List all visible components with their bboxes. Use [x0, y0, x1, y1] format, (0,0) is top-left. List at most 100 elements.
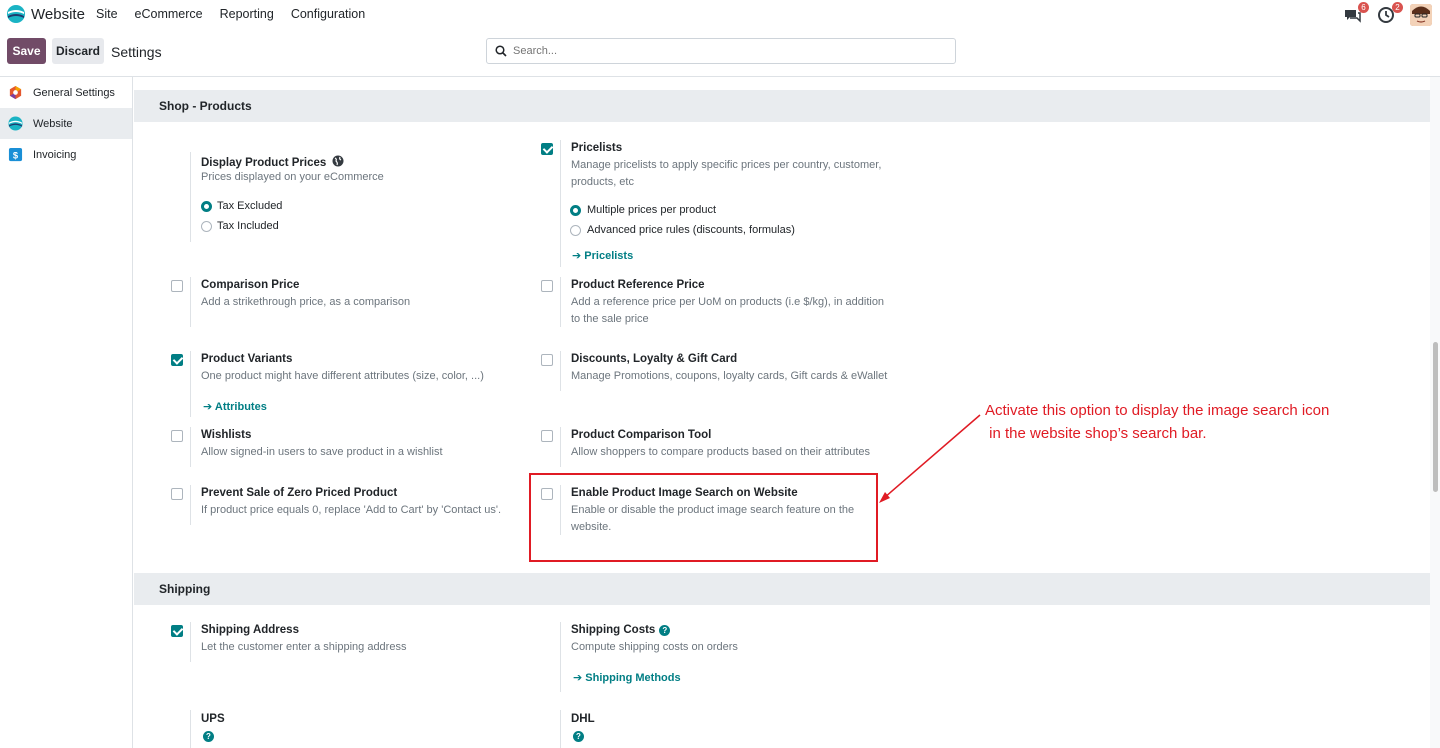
- setting-divider: [190, 427, 191, 467]
- annotation-line-2: in the website shop’s search bar.: [985, 425, 1207, 442]
- radio-label-multiple-prices: Multiple prices per product: [587, 204, 717, 216]
- main-menu: Site eCommerce Reporting Configuration: [96, 7, 382, 21]
- search-input[interactable]: [513, 45, 933, 57]
- ups-title: UPS: [201, 713, 225, 725]
- menu-configuration[interactable]: Configuration: [291, 7, 365, 21]
- discounts-desc: Manage Promotions, coupons, loyalty card…: [571, 370, 888, 382]
- help-icon[interactable]: ?: [659, 625, 671, 636]
- sidebar-item-website[interactable]: Website: [0, 108, 132, 139]
- messages-badge: 6: [1358, 2, 1369, 13]
- radio-tax-excluded[interactable]: [201, 201, 212, 212]
- pricelists-desc-1: Manage pricelists to apply specific pric…: [571, 159, 882, 171]
- setting-divider: [190, 485, 191, 525]
- radio-advanced-rules[interactable]: [570, 225, 581, 236]
- zero-price-title: Prevent Sale of Zero Priced Product: [201, 487, 398, 499]
- attributes-link[interactable]: ➔ Attributes: [203, 400, 267, 413]
- setting-divider: [190, 710, 191, 748]
- discounts-checkbox[interactable]: [541, 354, 553, 366]
- setting-divider: [560, 710, 561, 748]
- variants-checkbox[interactable]: [171, 354, 183, 366]
- activities-button[interactable]: 2: [1376, 2, 1403, 25]
- wishlists-checkbox[interactable]: [171, 430, 183, 442]
- search-icon: [495, 45, 507, 57]
- shipping-address-title: Shipping Address: [201, 624, 299, 636]
- radio-label-advanced-rules: Advanced price rules (discounts, formula…: [587, 224, 795, 236]
- wishlists-desc: Allow signed-in users to save product in…: [201, 446, 443, 458]
- wishlists-title: Wishlists: [201, 429, 252, 441]
- sidebar-item-label: Website: [33, 117, 73, 130]
- app-name[interactable]: Website: [31, 6, 85, 23]
- setting-divider: [190, 351, 191, 417]
- setting-divider: [560, 427, 561, 467]
- setting-divider: [190, 277, 191, 327]
- sidebar-item-invoicing[interactable]: $ Invoicing: [0, 139, 132, 170]
- sidebar-item-general-settings[interactable]: General Settings: [0, 77, 132, 108]
- messages-button[interactable]: 6: [1342, 2, 1369, 25]
- arrow-right-icon: ➔: [572, 250, 585, 262]
- dhl-title: DHL: [571, 713, 595, 725]
- shipping-address-desc: Let the customer enter a shipping addres…: [201, 641, 407, 653]
- shipping-costs-desc: Compute shipping costs on orders: [571, 641, 738, 653]
- website-app-icon[interactable]: [6, 4, 26, 24]
- menu-reporting[interactable]: Reporting: [220, 7, 274, 21]
- radio-label-tax-included: Tax Included: [217, 220, 279, 232]
- activities-badge: 2: [1392, 2, 1403, 13]
- general-settings-icon: [9, 85, 22, 100]
- page-title: Settings: [111, 44, 162, 60]
- pricelists-checkbox[interactable]: [541, 143, 553, 155]
- discounts-title: Discounts, Loyalty & Gift Card: [571, 353, 738, 365]
- setting-divider: [190, 622, 191, 662]
- setting-divider: [560, 277, 561, 327]
- section-header-shop-products: Shop - Products: [134, 90, 1430, 122]
- menu-ecommerce[interactable]: eCommerce: [135, 7, 203, 21]
- section-header-shipping: Shipping: [134, 573, 1430, 605]
- sidebar-item-label: Invoicing: [33, 148, 77, 161]
- settings-search[interactable]: [486, 38, 956, 64]
- invoicing-icon: $: [8, 147, 23, 162]
- setting-divider: [190, 152, 191, 242]
- avatar-face-icon: [1410, 4, 1432, 26]
- comparison-tool-checkbox[interactable]: [541, 430, 553, 442]
- pricelists-desc-2: products, etc: [571, 176, 634, 188]
- systray: 6 2: [1328, 2, 1432, 26]
- zero-price-desc: If product price equals 0, replace 'Add …: [201, 504, 502, 516]
- discard-button[interactable]: Discard: [52, 38, 104, 64]
- comparison-price-desc: Add a strikethrough price, as a comparis…: [201, 296, 411, 308]
- reference-price-title: Product Reference Price: [571, 279, 705, 291]
- svg-text:$: $: [13, 150, 19, 160]
- annotation-line-1: Activate this option to display the imag…: [985, 402, 1330, 419]
- sidebar-item-label: General Settings: [33, 86, 115, 99]
- save-button[interactable]: Save: [7, 38, 46, 64]
- arrow-right-icon: ➔: [203, 401, 215, 413]
- comparison-price-title: Comparison Price: [201, 279, 300, 291]
- image-search-highlight-box: [529, 473, 878, 562]
- menu-site[interactable]: Site: [96, 7, 118, 21]
- pricelists-title: Pricelists: [571, 142, 623, 154]
- reference-price-desc-2: to the sale price: [571, 313, 649, 325]
- radio-tax-included[interactable]: [201, 221, 212, 232]
- pricelists-link[interactable]: ➔ Pricelists: [572, 249, 633, 262]
- website-icon: [8, 116, 23, 131]
- reference-price-desc-1: Add a reference price per UoM on product…: [571, 296, 885, 308]
- globe-icon: [332, 155, 344, 167]
- reference-price-checkbox[interactable]: [541, 280, 553, 292]
- setting-divider: [560, 140, 561, 267]
- shipping-methods-link[interactable]: ➔ Shipping Methods: [573, 671, 681, 684]
- shipping-address-checkbox[interactable]: [171, 625, 183, 637]
- setting-divider: [560, 622, 561, 692]
- help-icon[interactable]: ?: [203, 731, 214, 742]
- scrollbar-thumb[interactable]: [1433, 342, 1438, 492]
- display-prices-title: Display Product Prices: [201, 155, 344, 169]
- arrow-right-icon: ➔: [573, 672, 586, 684]
- content-scrollbar[interactable]: [1430, 77, 1440, 748]
- help-icon[interactable]: ?: [573, 731, 584, 742]
- comparison-tool-title: Product Comparison Tool: [571, 429, 712, 441]
- shipping-costs-title: Shipping Costs?: [571, 624, 671, 636]
- setting-divider: [560, 351, 561, 391]
- radio-multiple-prices[interactable]: [570, 205, 581, 216]
- comparison-price-checkbox[interactable]: [171, 280, 183, 292]
- zero-price-checkbox[interactable]: [171, 488, 183, 500]
- user-avatar[interactable]: [1410, 4, 1432, 26]
- variants-title: Product Variants: [201, 353, 293, 365]
- comparison-tool-desc: Allow shoppers to compare products based…: [571, 446, 870, 458]
